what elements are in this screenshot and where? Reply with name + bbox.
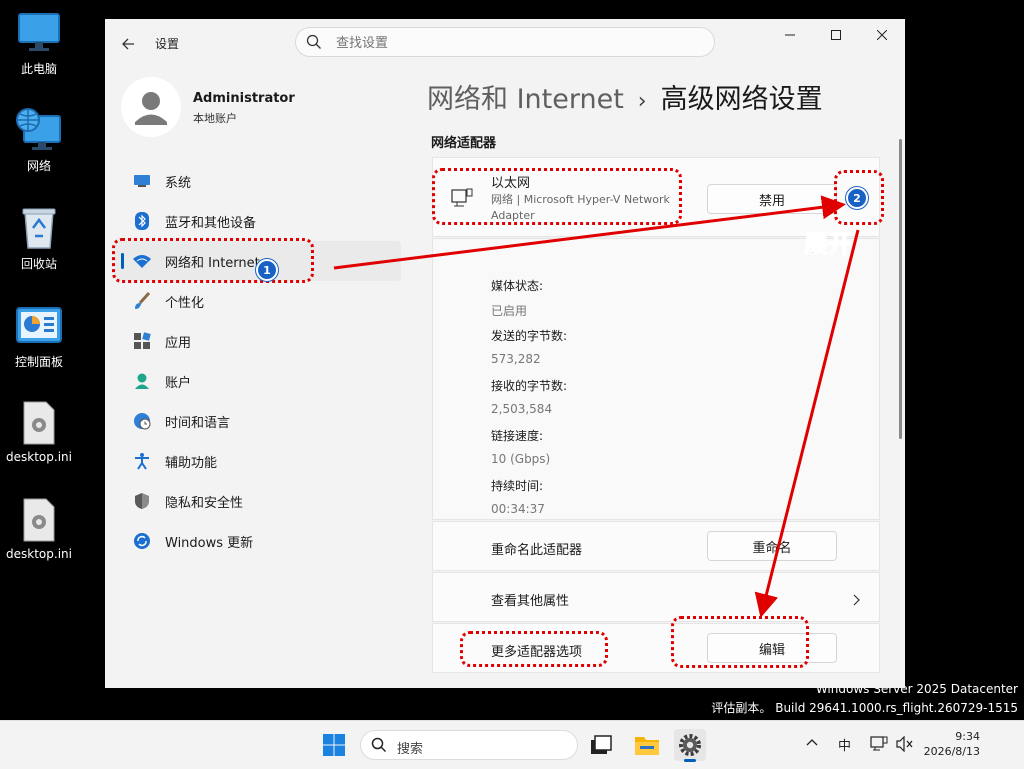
search-icon bbox=[371, 737, 387, 757]
ime-indicator[interactable]: 中 bbox=[838, 735, 851, 754]
gear-icon bbox=[679, 734, 701, 756]
annotation-badge-2: 2 bbox=[846, 187, 868, 209]
clock[interactable]: 9:34 2026/8/13 bbox=[924, 729, 980, 759]
task-view-icon bbox=[591, 735, 612, 754]
network-status-icon[interactable] bbox=[870, 736, 888, 756]
clock-time: 9:34 bbox=[955, 730, 980, 743]
active-app-indicator bbox=[684, 759, 696, 762]
clock-date: 2026/8/13 bbox=[923, 745, 980, 758]
task-view-button[interactable] bbox=[585, 729, 617, 761]
folder-icon bbox=[635, 737, 659, 755]
file-explorer-button[interactable] bbox=[631, 729, 663, 761]
taskbar: 搜索 中 9:34 2026/8/13 bbox=[0, 720, 1024, 769]
annotation-arrows bbox=[333, 195, 860, 618]
annotation-arrow-to-expand bbox=[333, 195, 846, 270]
annotation-expand-label: 展开 bbox=[804, 230, 853, 259]
chevron-up-icon[interactable] bbox=[806, 735, 818, 750]
taskbar-search-label: 搜索 bbox=[397, 742, 424, 757]
annotation-arrow-to-edit bbox=[754, 229, 860, 618]
annotation-badge-1: 1 bbox=[256, 259, 278, 281]
volume-muted-icon[interactable] bbox=[896, 735, 914, 756]
windows-logo-icon bbox=[323, 734, 345, 756]
taskbar-search[interactable]: 搜索 bbox=[360, 730, 578, 760]
start-button[interactable] bbox=[318, 729, 350, 761]
settings-app-button[interactable] bbox=[674, 729, 706, 762]
